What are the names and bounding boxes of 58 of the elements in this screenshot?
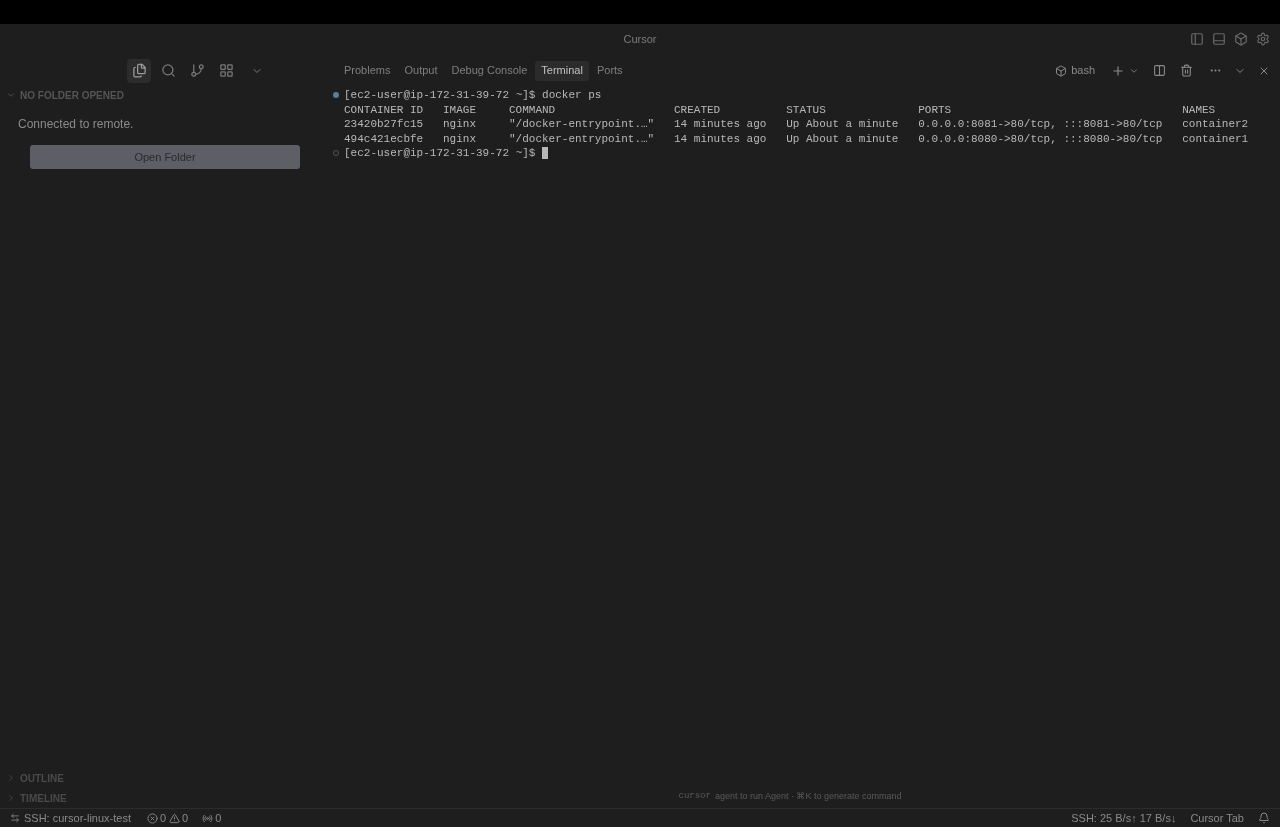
warning-count[interactable]: 0 — [182, 809, 189, 827]
table-cell-text: container2 — [1182, 117, 1250, 132]
table-cell-text: Up About a minute — [786, 117, 900, 132]
table-cell-text: nginx — [443, 117, 477, 132]
sidebar-toggle-icon[interactable] — [1190, 32, 1204, 46]
column-header: IMAGE — [443, 102, 477, 117]
column-header: COMMAND — [509, 102, 557, 117]
table-cell-text: Up About a minute — [786, 131, 900, 146]
column-header: CREATED — [674, 102, 722, 117]
error-count[interactable]: 0 — [160, 809, 167, 827]
cursor-tab-status[interactable]: Cursor Tab — [1190, 809, 1244, 827]
column-header: STATUS — [786, 102, 827, 117]
extensions-icon — [218, 63, 234, 78]
command-line: [ec2-user@ip-172-31-39-72 ~]$ docker ps — [344, 88, 602, 103]
table-cell-text: 14 minutes ago — [674, 117, 768, 132]
cube-icon[interactable] — [1234, 32, 1248, 46]
column-header: NAMES — [1182, 102, 1217, 117]
terminal-profile-icon — [1055, 64, 1068, 77]
files-icon — [131, 63, 147, 78]
branch-icon — [189, 63, 205, 78]
column-header: CONTAINER ID — [344, 102, 425, 117]
error-icon — [147, 812, 158, 824]
table-cell-text: 23420b27fc15 — [344, 117, 425, 132]
table-cell-text: "/docker-entrypoint.…" — [509, 117, 656, 132]
window-title: Cursor — [623, 32, 657, 48]
activity-tab[interactable] — [127, 58, 151, 83]
add-icon[interactable] — [1111, 63, 1125, 78]
chevron-icon — [6, 90, 16, 100]
table-cell-text: 0.0.0.0:8080->80/tcp, :::8080->80/tcp — [918, 131, 1164, 146]
settings-icon[interactable] — [1256, 32, 1270, 46]
remote-message: Connected to remote. — [18, 116, 134, 133]
open-folder-button[interactable]: Open Folder — [30, 145, 300, 169]
table-cell-text: container1 — [1182, 131, 1250, 146]
panel-tab[interactable]: Ports — [590, 60, 629, 81]
trash-icon[interactable] — [1180, 64, 1193, 77]
table-cell-text: nginx — [443, 131, 477, 146]
column-header: PORTS — [918, 102, 953, 117]
table-cell-text: 0.0.0.0:8081->80/tcp, :::8081->80/tcp — [918, 117, 1164, 132]
bell-icon[interactable] — [1258, 812, 1270, 824]
table-cell-text: 494c421ecbfe — [344, 131, 425, 146]
text-cursor — [542, 147, 549, 160]
panel-tab[interactable]: Terminal — [535, 60, 589, 81]
remote-status[interactable]: SSH: cursor-linux-test — [24, 809, 131, 827]
panel-tab[interactable]: Output — [398, 60, 444, 81]
table-cell-text: 14 minutes ago — [674, 131, 768, 146]
table-cell-text: "/docker-entrypoint.…" — [509, 131, 656, 146]
ports-count[interactable]: 0 — [215, 809, 222, 827]
prompt: [ec2-user@ip-172-31-39-72 ~]$ — [344, 146, 536, 161]
panel-tab[interactable]: Problems — [338, 60, 397, 81]
warning-icon — [169, 812, 181, 824]
search-icon — [160, 63, 176, 78]
terminal-profile[interactable]: bash — [1071, 62, 1095, 79]
split-icon[interactable] — [1153, 64, 1166, 77]
panel-tab[interactable]: Debug Console — [445, 60, 534, 81]
traffic-status: SSH: 25 B/s↑ 17 B/s↓ — [1071, 810, 1177, 826]
remote-icon[interactable] — [10, 813, 20, 823]
ports-icon — [202, 812, 214, 824]
panel-toggle-icon[interactable] — [1212, 32, 1226, 46]
